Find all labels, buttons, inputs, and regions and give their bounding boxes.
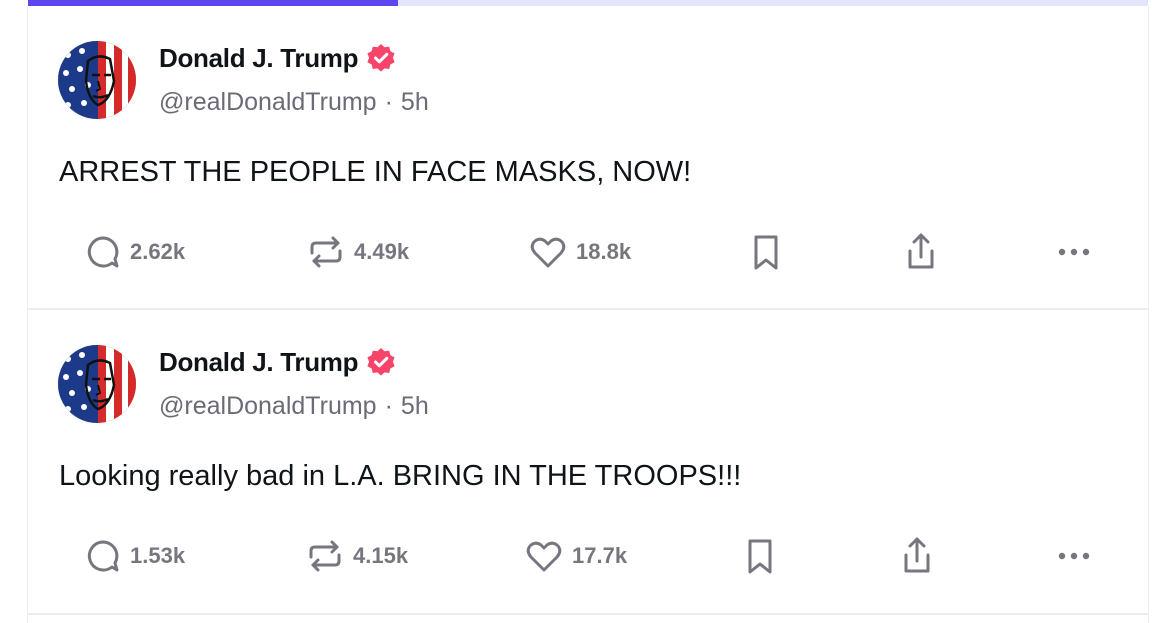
repost-icon	[306, 233, 346, 271]
bookmark-icon	[748, 232, 784, 272]
share-icon	[898, 535, 936, 577]
reply-count: 2.62k	[130, 239, 186, 264]
author-display-name[interactable]: Donald J. Trump	[159, 43, 358, 74]
verified-badge-icon	[366, 347, 396, 377]
share-button[interactable]	[902, 228, 940, 276]
meta-separator: ·	[384, 88, 393, 116]
repost-icon	[305, 537, 345, 575]
post-card[interactable]: Donald J. Trump @realDonaldTrump · 5h Lo…	[28, 310, 1148, 615]
repost-count: 4.15k	[353, 543, 409, 568]
avatar[interactable]	[58, 345, 136, 423]
like-count: 17.7k	[572, 543, 628, 568]
author-display-name[interactable]: Donald J. Trump	[159, 347, 358, 378]
post-actions: 1.53k 4.15k 17.7k	[28, 532, 1148, 580]
reply-button[interactable]: 1.53k	[84, 532, 185, 580]
post-timestamp[interactable]: 5h	[401, 392, 429, 421]
bookmark-icon	[742, 536, 778, 576]
post-text: ARREST THE PEOPLE IN FACE MASKS, NOW!	[59, 156, 692, 188]
reply-count: 1.53k	[130, 543, 186, 568]
post-actions: 2.62k 4.49k 18.8k	[28, 228, 1148, 276]
post-card[interactable]: Donald J. Trump @realDonaldTrump · 5h AR…	[28, 6, 1148, 310]
like-count: 18.8k	[576, 239, 632, 264]
like-button[interactable]: 18.8k	[528, 228, 631, 276]
share-button[interactable]	[898, 532, 936, 580]
more-options-button[interactable]	[1056, 532, 1094, 580]
like-icon	[524, 537, 564, 575]
more-icon	[1056, 537, 1094, 575]
like-button[interactable]: 17.7k	[524, 532, 627, 580]
repost-button[interactable]: 4.15k	[305, 532, 408, 580]
post-timestamp[interactable]: 5h	[401, 88, 429, 117]
reply-button[interactable]: 2.62k	[84, 228, 185, 276]
reply-icon	[84, 233, 122, 271]
verified-badge-icon	[366, 43, 396, 73]
post-text: Looking really bad in L.A. BRING IN THE …	[59, 460, 742, 492]
share-icon	[902, 231, 940, 273]
author-handle[interactable]: @realDonaldTrump	[159, 392, 377, 421]
bookmark-button[interactable]	[742, 532, 778, 580]
bookmark-button[interactable]	[748, 228, 784, 276]
avatar[interactable]	[58, 41, 136, 119]
repost-button[interactable]: 4.49k	[306, 228, 409, 276]
repost-count: 4.49k	[354, 239, 410, 264]
reply-icon	[84, 537, 122, 575]
like-icon	[528, 233, 568, 271]
post-feed: Donald J. Trump @realDonaldTrump · 5h AR…	[27, 6, 1149, 623]
meta-separator: ·	[384, 392, 393, 420]
more-options-button[interactable]	[1056, 228, 1094, 276]
author-handle[interactable]: @realDonaldTrump	[159, 88, 377, 117]
more-icon	[1056, 233, 1094, 271]
